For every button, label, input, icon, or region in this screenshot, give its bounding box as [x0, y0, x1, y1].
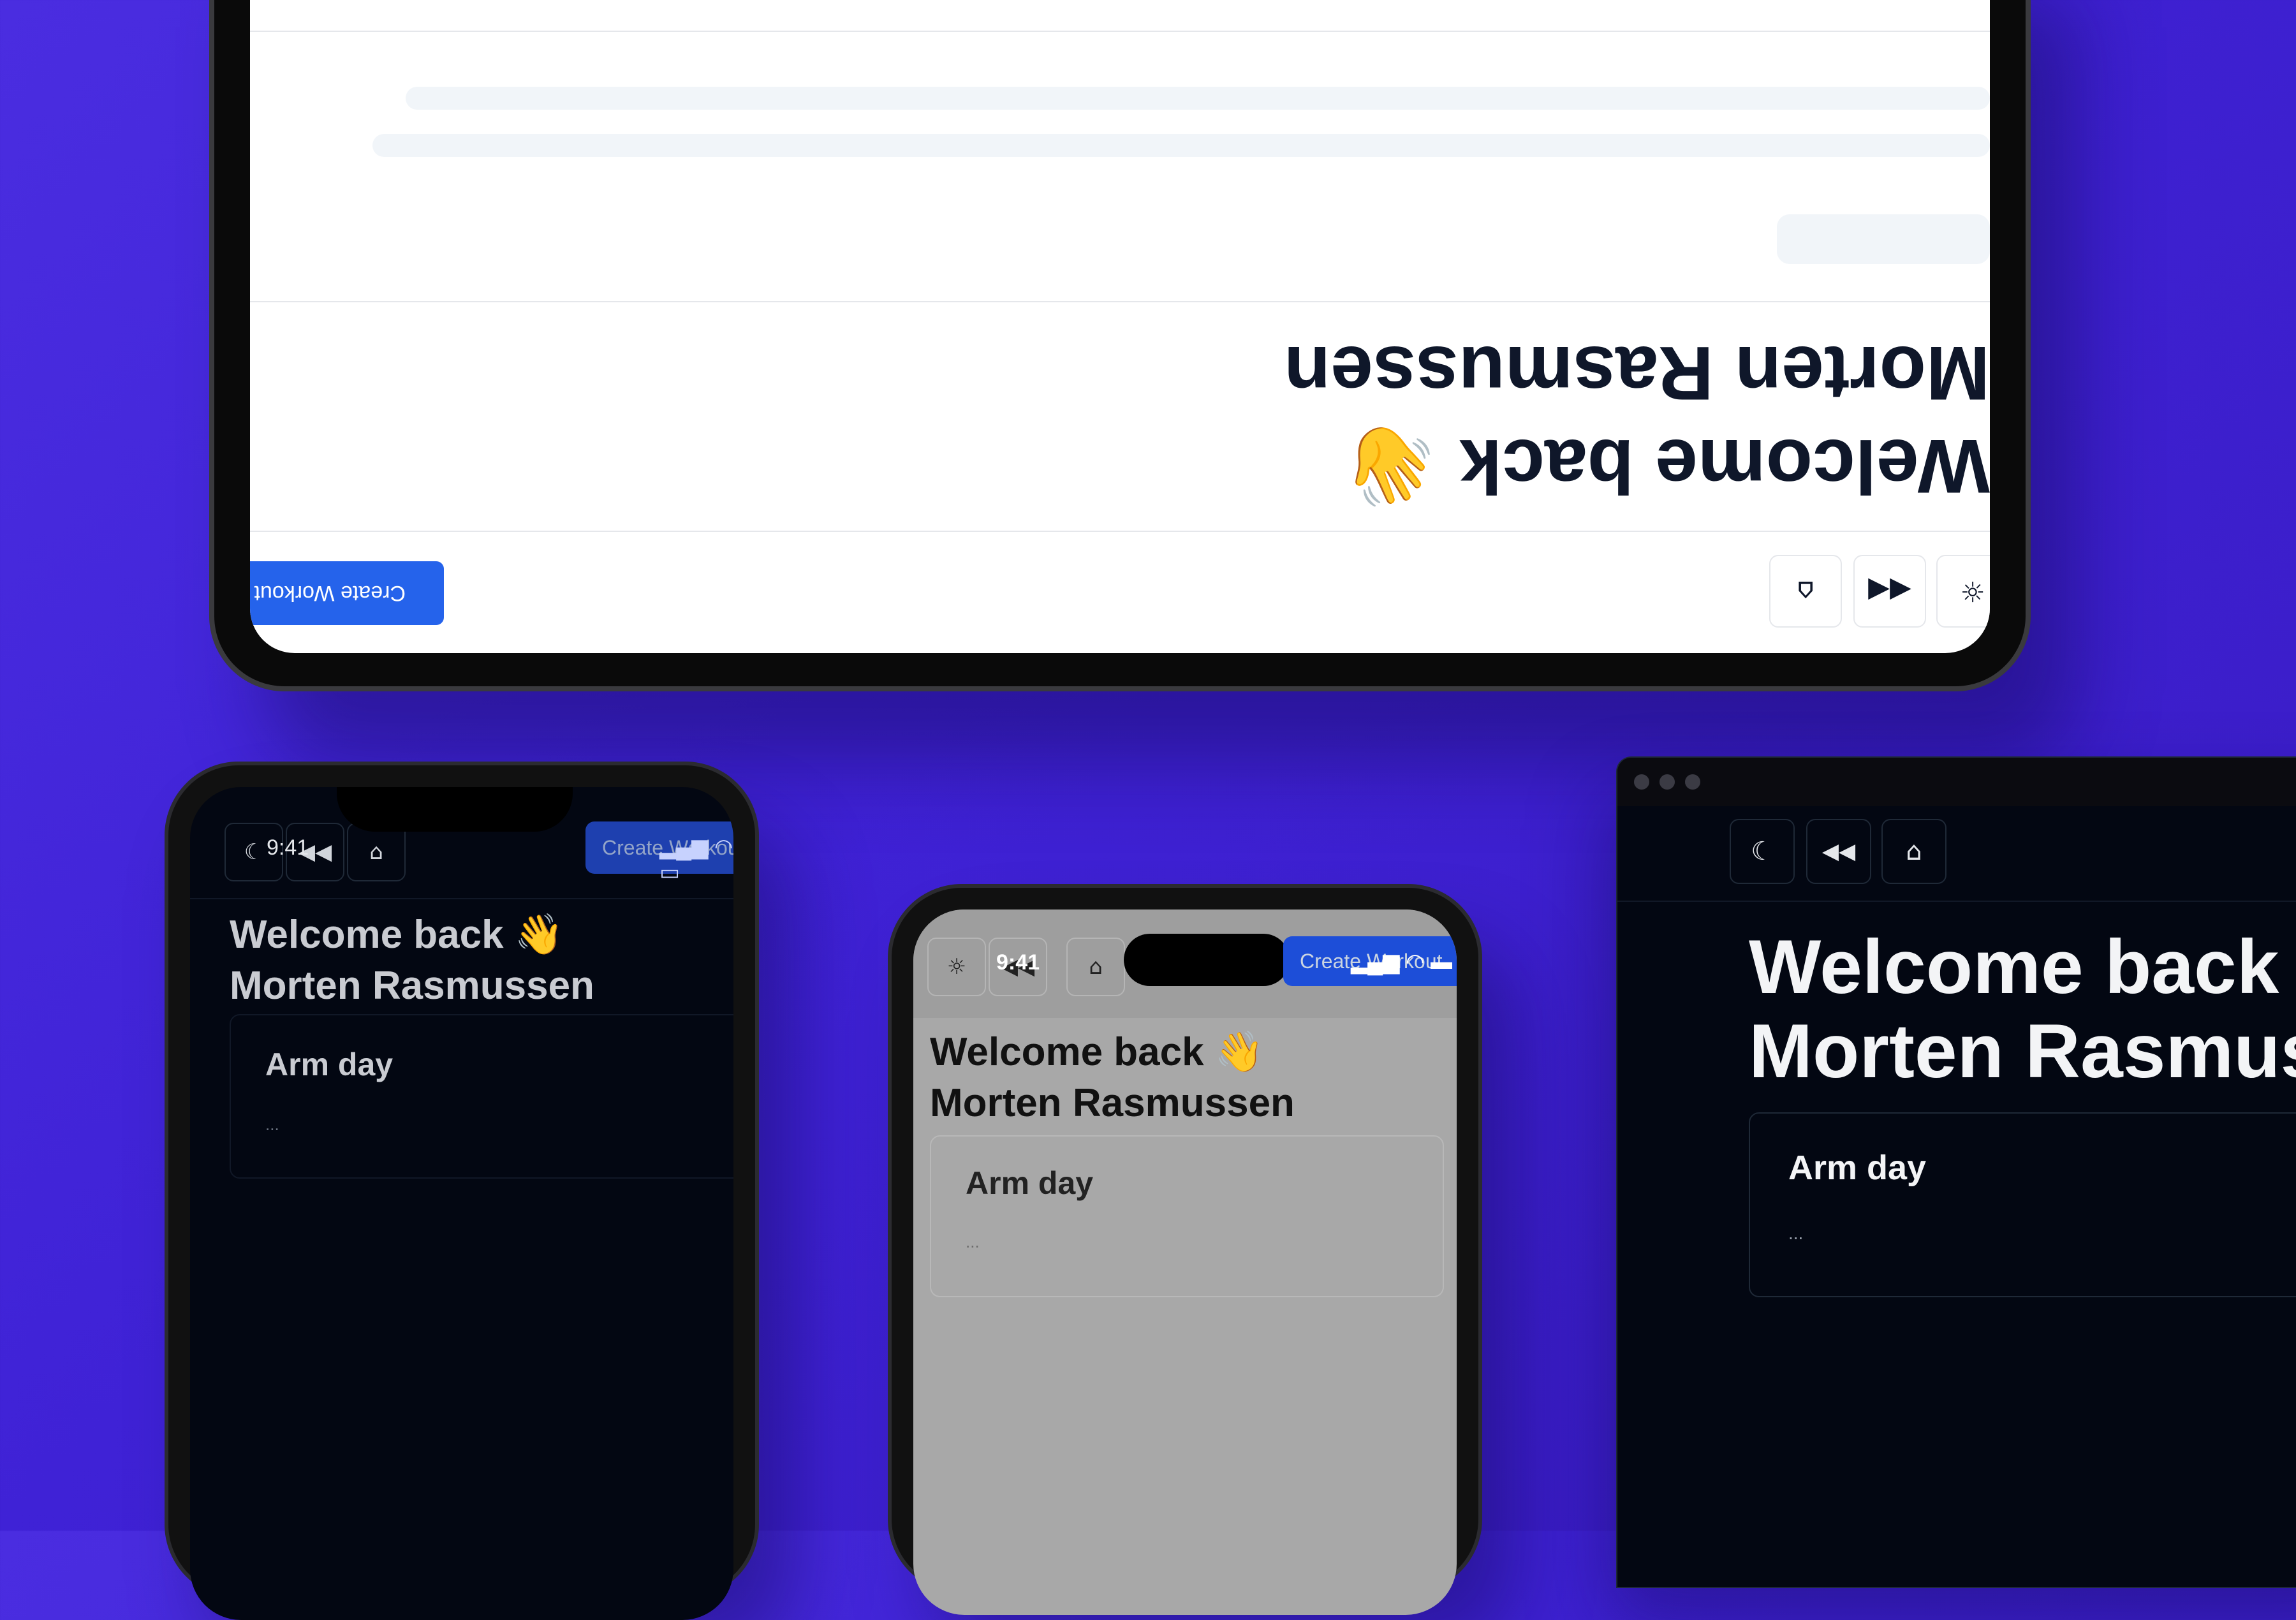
rewind-icon[interactable]: ◀◀ — [1806, 819, 1871, 884]
welcome-line: Welcome back 👋 — [1343, 423, 1990, 509]
user-name: Morten Rasmussen — [1284, 330, 1990, 416]
skeleton-line — [406, 87, 1990, 110]
create-workout-button[interactable]: Create Workout — [250, 561, 444, 625]
phone-dark-screen: ☾ ◀◀ ⌂ 9:41 Create Workout ▂▄▆ ◠ ▭ Welco… — [190, 787, 733, 1620]
workout-card[interactable]: Arm day ... — [230, 1014, 733, 1179]
app-header: ☼ ◀◀ ⌂ Create Workout — [250, 531, 1990, 653]
skeleton-title — [1777, 214, 1990, 264]
skeleton-line — [372, 134, 1990, 157]
window-maximize-dot[interactable] — [1685, 774, 1700, 790]
divider — [190, 898, 733, 899]
tablet-device: ☼ ◀◀ ⌂ Create Workout Welcome back 👋 Mor… — [214, 0, 2026, 686]
home-icon[interactable]: ⌂ — [1769, 555, 1842, 628]
signal-icon: ▂▄▆ ◠ ▬ — [1351, 950, 1452, 974]
page-title: Welcome back Morten Rasmussen — [1749, 925, 2296, 1093]
phone-dark-device: ☾ ◀◀ ⌂ 9:41 Create Workout ▂▄▆ ◠ ▭ Welco… — [168, 765, 755, 1620]
page-title: Welcome back 👋 Morten Rasmussen — [230, 909, 594, 1012]
card-title: Arm day — [966, 1165, 1094, 1201]
moon-icon[interactable]: ☾ — [1730, 819, 1795, 884]
user-name: Morten Rasmussen — [1749, 1008, 2296, 1094]
card-title: Arm day — [265, 1047, 394, 1082]
desktop-window: ☾ ◀◀ ⌂ Welcome back Morten Rasmussen Arm… — [1617, 758, 2296, 1587]
welcome-line: Welcome back 👋 — [230, 913, 564, 957]
window-titlebar — [1617, 758, 2296, 806]
status-time: 9:41 — [996, 950, 1040, 975]
divider — [250, 301, 1990, 302]
divider — [1617, 901, 2296, 902]
notch — [337, 787, 573, 832]
window-minimize-dot[interactable] — [1659, 774, 1675, 790]
card-description: ... — [265, 1115, 279, 1134]
user-name: Morten Rasmussen — [930, 1081, 1295, 1125]
card-description: ... — [1788, 1223, 1804, 1243]
window-close-dot[interactable] — [1634, 774, 1649, 790]
sun-icon[interactable]: ☼ — [927, 938, 986, 996]
phone-light-device: ☼ ◀◀ ⌂ 9:41 Create Workout ▂▄▆ ◠ ▬ Welco… — [892, 888, 1478, 1615]
tablet-screen: ☼ ◀◀ ⌂ Create Workout Welcome back 👋 Mor… — [250, 0, 1990, 653]
page-title: Welcome back 👋 Morten Rasmussen — [1284, 327, 1990, 513]
workout-card[interactable]: Arm day ... — [1749, 1112, 2296, 1297]
home-icon[interactable]: ⌂ — [1066, 938, 1125, 996]
divider — [250, 31, 1990, 32]
welcome-line: Welcome back — [1749, 924, 2279, 1010]
home-icon[interactable]: ⌂ — [1881, 819, 1946, 884]
card-description: ... — [966, 1232, 980, 1251]
page-title: Welcome back 👋 Morten Rasmussen — [930, 1027, 1295, 1129]
signal-icon: ▂▄▆ ◠ ▭ — [659, 835, 733, 885]
phone-light-screen: ☼ ◀◀ ⌂ 9:41 Create Workout ▂▄▆ ◠ ▬ Welco… — [913, 909, 1457, 1615]
user-name: Morten Rasmussen — [230, 964, 594, 1008]
sun-icon[interactable]: ☼ — [1936, 555, 1990, 628]
workout-card[interactable]: Arm day ... — [930, 1135, 1444, 1297]
status-time: 9:41 — [267, 836, 309, 860]
dynamic-island — [1124, 934, 1290, 986]
welcome-line: Welcome back 👋 — [930, 1030, 1265, 1074]
card-title: Arm day — [1788, 1149, 1927, 1187]
tablet-app-rotated: ☼ ◀◀ ⌂ Create Workout Welcome back 👋 Mor… — [250, 0, 1990, 653]
fast-forward-icon[interactable]: ◀◀ — [1853, 555, 1926, 628]
